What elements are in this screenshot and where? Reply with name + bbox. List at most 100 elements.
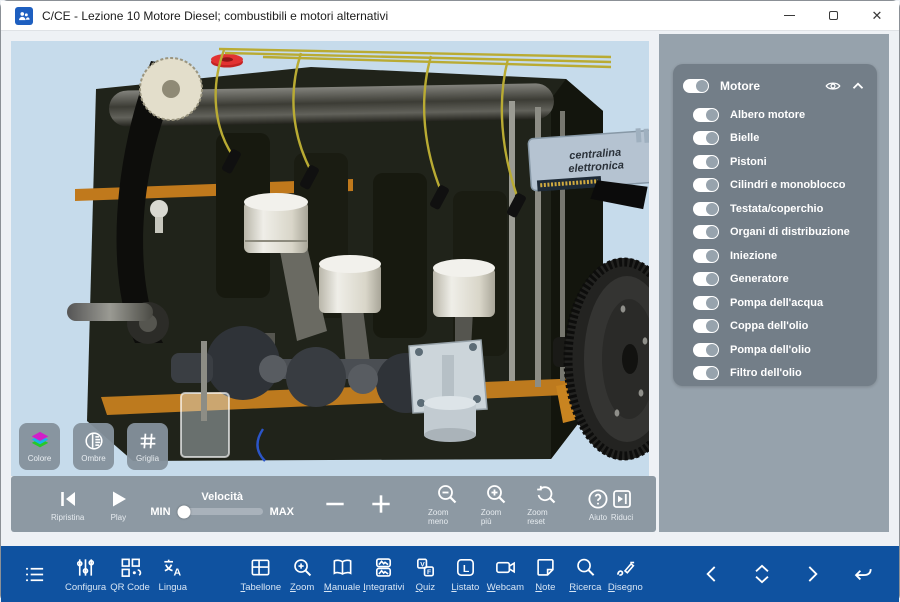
close-button[interactable]: ✕ bbox=[855, 1, 899, 30]
colore-button[interactable]: Colore bbox=[19, 423, 60, 470]
toolbar-label: QR Code bbox=[110, 582, 150, 593]
parts-sidebar: Motore Albero motore Bielle Pistoni Cili… bbox=[659, 34, 889, 532]
ombre-button[interactable]: Ombre bbox=[73, 423, 114, 470]
lingua-button[interactable]: A Lingua bbox=[154, 556, 192, 593]
collapse-chevron-up-icon[interactable] bbox=[849, 77, 867, 95]
part-toggle[interactable] bbox=[693, 366, 719, 380]
listato-button[interactable]: L Listato bbox=[446, 556, 484, 593]
tabellone-button[interactable]: Tabellone bbox=[240, 556, 281, 593]
part-row-coppa-dell-olio: Coppa dell'olio bbox=[683, 315, 867, 339]
table-icon bbox=[249, 556, 272, 579]
zoom-reset-icon bbox=[534, 482, 558, 506]
part-toggle[interactable] bbox=[693, 296, 719, 310]
toolbar-label: Listato bbox=[451, 582, 479, 593]
svg-text:L: L bbox=[463, 562, 470, 574]
collapse-panel-button[interactable]: Riduci bbox=[610, 487, 634, 522]
toolbar-label: Tabellone bbox=[240, 582, 281, 593]
parts-panel: Motore Albero motore Bielle Pistoni Cili… bbox=[673, 64, 877, 386]
ripristina-button[interactable]: Ripristina bbox=[51, 487, 84, 522]
translate-icon: A bbox=[161, 556, 184, 579]
pen-icon bbox=[614, 556, 637, 579]
menu-list-button[interactable] bbox=[15, 563, 53, 586]
list-icon bbox=[23, 563, 46, 586]
part-row-iniezione: Iniezione bbox=[683, 244, 867, 268]
app-icon bbox=[15, 7, 33, 25]
toolbar-label: Configura bbox=[65, 582, 106, 593]
manuale-button[interactable]: Manuale bbox=[323, 556, 361, 593]
webcam-button[interactable]: Webcam bbox=[486, 556, 524, 593]
sliders-icon bbox=[74, 556, 97, 579]
part-row-testata-coperchio: Testata/coperchio bbox=[683, 197, 867, 221]
svg-text:A: A bbox=[174, 566, 182, 578]
part-label: Iniezione bbox=[730, 250, 867, 262]
part-label: Filtro dell'olio bbox=[730, 367, 867, 379]
part-row-pompa-dell-olio: Pompa dell'olio bbox=[683, 338, 867, 362]
help-button[interactable]: Aiuto bbox=[586, 487, 610, 522]
integrativi-button[interactable]: Integrativi bbox=[363, 556, 404, 593]
book-icon bbox=[331, 556, 354, 579]
part-toggle[interactable] bbox=[693, 178, 719, 192]
toolbar-label: Webcam bbox=[487, 582, 524, 593]
truefalse-icon: VF bbox=[414, 556, 437, 579]
quiz-button[interactable]: VF Quiz bbox=[406, 556, 444, 593]
zoom-out-button[interactable]: Zoom meno bbox=[428, 482, 467, 526]
part-toggle[interactable] bbox=[693, 131, 719, 145]
disegno-button[interactable]: Disegno bbox=[606, 556, 644, 593]
speed-min-label: MIN bbox=[150, 506, 170, 518]
images-icon bbox=[372, 556, 395, 579]
chevrons-updown-icon bbox=[749, 561, 775, 587]
engine-3d-model[interactable]: centralina elettronica bbox=[11, 41, 649, 476]
zoom-reset-button[interactable]: Zoom reset bbox=[527, 482, 564, 526]
zoom-button[interactable]: Zoom bbox=[283, 556, 321, 593]
part-toggle[interactable] bbox=[693, 202, 719, 216]
speed-decrease-button[interactable] bbox=[322, 491, 348, 517]
main-toolbar: Configura QR Code A Lingua Tabellone Zoom… bbox=[1, 546, 899, 602]
part-label: Cilindri e monoblocco bbox=[730, 179, 867, 191]
svg-text:F: F bbox=[427, 568, 431, 575]
part-toggle[interactable] bbox=[693, 272, 719, 286]
colore-label: Colore bbox=[28, 454, 52, 463]
part-label: Pompa dell'acqua bbox=[730, 297, 867, 309]
grid-icon bbox=[137, 430, 159, 452]
play-button[interactable]: Play bbox=[106, 487, 130, 522]
part-toggle[interactable] bbox=[693, 155, 719, 169]
speed-increase-button[interactable] bbox=[368, 491, 394, 517]
motore-toggle[interactable] bbox=[683, 79, 709, 93]
search-icon bbox=[574, 556, 597, 579]
griglia-label: Griglia bbox=[136, 454, 159, 463]
window-title: C/CE - Lezione 10 Motore Diesel; combust… bbox=[42, 9, 767, 23]
part-label: Generatore bbox=[730, 273, 867, 285]
collapse-panel-icon bbox=[610, 487, 634, 511]
part-toggle[interactable] bbox=[693, 108, 719, 122]
part-label: Albero motore bbox=[730, 109, 867, 121]
toolbar-label: Ricerca bbox=[569, 582, 601, 593]
maximize-button[interactable] bbox=[811, 1, 855, 30]
engine-3d-viewport[interactable]: centralina elettronica bbox=[11, 41, 649, 476]
part-toggle[interactable] bbox=[693, 319, 719, 333]
part-toggle[interactable] bbox=[693, 343, 719, 357]
zoom-out-icon bbox=[435, 482, 459, 506]
ricerca-button[interactable]: Ricerca bbox=[566, 556, 604, 593]
chevron-right-button[interactable] bbox=[793, 561, 831, 587]
visibility-eye-icon[interactable] bbox=[824, 77, 842, 95]
griglia-button[interactable]: Griglia bbox=[127, 423, 168, 470]
note-button[interactable]: Note bbox=[526, 556, 564, 593]
part-label: Bielle bbox=[730, 132, 867, 144]
zoom-in-button[interactable]: Zoom più bbox=[481, 482, 511, 526]
application-window: { "window": { "title": "C/CE - Lezione 1… bbox=[0, 0, 900, 601]
part-toggle[interactable] bbox=[693, 249, 719, 263]
part-row-bielle: Bielle bbox=[683, 127, 867, 151]
minimize-button[interactable] bbox=[767, 1, 811, 30]
qr-code-button[interactable]: QR Code bbox=[110, 556, 150, 593]
toolbar-label: Lingua bbox=[159, 582, 188, 593]
speed-slider[interactable] bbox=[178, 508, 263, 515]
chevrons-updown-button[interactable] bbox=[743, 561, 781, 587]
configura-button[interactable]: Configura bbox=[65, 556, 106, 593]
speed-slider-knob[interactable] bbox=[178, 505, 191, 518]
part-row-pompa-dell-acqua: Pompa dell'acqua bbox=[683, 291, 867, 315]
part-row-filtro-dell-olio: Filtro dell'olio bbox=[683, 362, 867, 386]
part-label: Organi di distribuzione bbox=[730, 226, 867, 238]
chevron-left-button[interactable] bbox=[693, 561, 731, 587]
return-arrow-button[interactable] bbox=[843, 561, 881, 587]
part-toggle[interactable] bbox=[693, 225, 719, 239]
